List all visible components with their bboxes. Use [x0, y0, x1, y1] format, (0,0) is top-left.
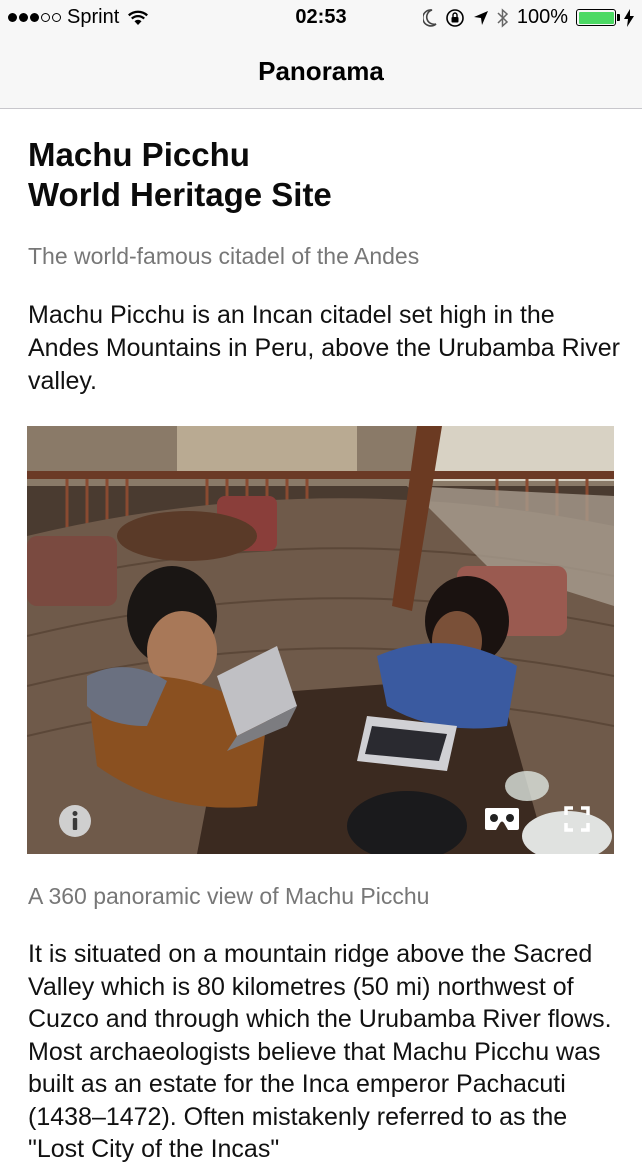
vr-cardboard-icon	[485, 808, 519, 830]
info-button[interactable]	[58, 804, 92, 838]
body-paragraph: It is situated on a mountain ridge above…	[28, 940, 612, 1163]
rotation-lock-icon	[446, 8, 464, 27]
navigation-bar: Panorama	[0, 36, 642, 109]
panorama-caption: A 360 panoramic view of Machu Picchu	[28, 883, 430, 909]
intro-paragraph: Machu Picchu is an Incan citadel set hig…	[28, 301, 620, 395]
page-title: Machu Picchu World Heritage Site	[28, 135, 332, 215]
moon-icon	[422, 8, 437, 27]
bluetooth-icon	[497, 7, 508, 28]
page-title-line-2: World Heritage Site	[28, 176, 332, 213]
status-bar: Sprint 02:53 100%	[0, 0, 642, 36]
fullscreen-icon	[564, 806, 590, 832]
cardboard-vr-button[interactable]	[484, 806, 520, 832]
charging-bolt-icon	[624, 8, 634, 27]
panorama-image	[27, 426, 614, 854]
info-icon	[59, 805, 91, 837]
status-right: 100%	[422, 6, 634, 29]
nav-title: Panorama	[258, 56, 384, 86]
location-arrow-icon	[473, 10, 488, 25]
article-subtitle: The world-famous citadel of the Andes	[28, 243, 420, 269]
fullscreen-button[interactable]	[564, 806, 590, 832]
panorama-view[interactable]	[27, 426, 614, 854]
page-title-line-1: Machu Picchu	[28, 136, 250, 173]
battery-percent: 100%	[516, 6, 568, 28]
battery-icon	[576, 9, 620, 26]
